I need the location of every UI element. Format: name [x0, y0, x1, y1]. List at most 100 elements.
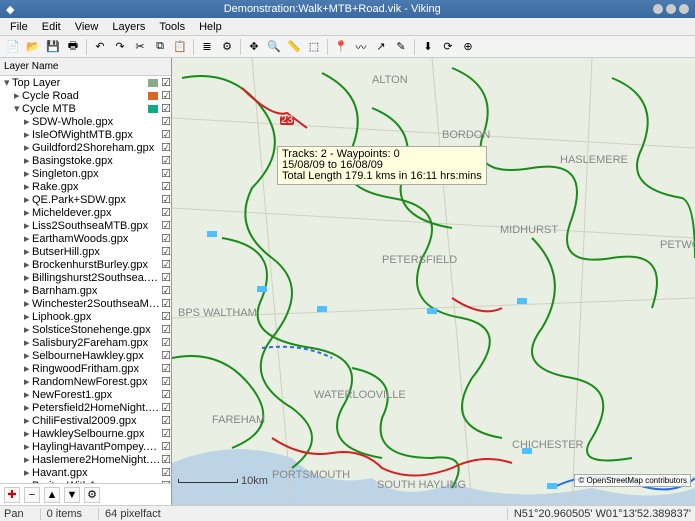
tree-item[interactable]: ▸IsleOfWightMTB.gpx☑: [0, 128, 171, 141]
refresh-button[interactable]: ⟳: [439, 38, 457, 56]
properties-button[interactable]: ⚙: [218, 38, 236, 56]
print-button[interactable]: 🖶: [64, 38, 82, 56]
new-button[interactable]: 📄: [4, 38, 22, 56]
tree-item[interactable]: ▸RingwoodFritham.gpx☑: [0, 362, 171, 375]
waypoint-button[interactable]: 📍: [332, 38, 350, 56]
tree-item[interactable]: ▸Petersfield2HomeNight.gpx☑: [0, 401, 171, 414]
tree-item[interactable]: ▸Micheldever.gpx☑: [0, 206, 171, 219]
map-canvas: 23 ALTONBORDONHASLEMEREMIDHURSTPETWORTHP…: [172, 58, 695, 505]
tree-item[interactable]: ▸HaylingHavantPompey.gpx☑: [0, 440, 171, 453]
layers-button[interactable]: ≣: [198, 38, 216, 56]
place-label: FAREHAM: [212, 414, 265, 426]
tree-item[interactable]: ▸Basingstoke.gpx☑: [0, 154, 171, 167]
tree-item[interactable]: ▸Cycle Road☑: [0, 89, 171, 102]
place-label: HASLEMERE: [560, 154, 628, 166]
track-button[interactable]: 〰: [352, 38, 370, 56]
place-label: CHICHESTER: [512, 439, 584, 451]
zoom-button[interactable]: 🔍: [265, 38, 283, 56]
move-up-button[interactable]: ▲: [44, 487, 60, 503]
place-label: MIDHURST: [500, 224, 558, 236]
menu-tools[interactable]: Tools: [153, 19, 191, 35]
tree-item[interactable]: ▸Haslemere2HomeNight.gpx☑: [0, 453, 171, 466]
separator: [193, 39, 194, 55]
layer-props-button[interactable]: ⚙: [84, 487, 100, 503]
place-label: ALTON: [372, 74, 408, 86]
map-viewport[interactable]: 23 ALTONBORDONHASLEMEREMIDHURSTPETWORTHP…: [172, 58, 695, 505]
download-button[interactable]: ⬇: [419, 38, 437, 56]
sidebar: Layer Name ▾Top Layer☑▸Cycle Road☑▾Cycle…: [0, 58, 172, 505]
tree-item[interactable]: ▸SelbourneHawkley.gpx☑: [0, 349, 171, 362]
window-title: Demonstration:Walk+MTB+Road.vik - Viking: [14, 3, 650, 15]
tree-item[interactable]: ▸ChiliFestival2009.gpx☑: [0, 414, 171, 427]
save-button[interactable]: 💾: [44, 38, 62, 56]
redo-button[interactable]: ↷: [111, 38, 129, 56]
tree-item[interactable]: ▸Liss2SouthseaMTB.gpx☑: [0, 219, 171, 232]
tree-item[interactable]: ▸EarthamWoods.gpx☑: [0, 232, 171, 245]
map-attribution: © OpenStreetMap contributors: [574, 474, 691, 487]
tree-item[interactable]: ▸Billingshurst2Southsea.gpx☑: [0, 271, 171, 284]
place-label: PETERSFIELD: [382, 254, 457, 266]
place-label: PORTSMOUTH: [272, 469, 350, 481]
separator: [86, 39, 87, 55]
status-items: 0 items: [40, 508, 82, 520]
status-pixfact: 64 pixelfact: [98, 508, 161, 520]
svg-text:23: 23: [281, 114, 293, 126]
tree-item[interactable]: ▸HawkleySelbourne.gpx☑: [0, 427, 171, 440]
menubar: File Edit View Layers Tools Help: [0, 18, 695, 36]
menu-view[interactable]: View: [69, 19, 105, 35]
minimize-button[interactable]: [653, 4, 663, 14]
tree-item[interactable]: ▸ButserHill.gpx☑: [0, 245, 171, 258]
tree-item[interactable]: ▾Cycle MTB☑: [0, 102, 171, 115]
scale-label: 10km: [241, 475, 268, 487]
menu-file[interactable]: File: [4, 19, 34, 35]
move-down-button[interactable]: ▼: [64, 487, 80, 503]
tree-item[interactable]: ▸NewForest1.gpx☑: [0, 388, 171, 401]
scale-bar: 10km: [178, 475, 268, 487]
place-label: WATERLOOVILLE: [314, 389, 406, 401]
edit-track-button[interactable]: ✎: [392, 38, 410, 56]
menu-layers[interactable]: Layers: [106, 19, 151, 35]
track-tooltip: Tracks: 2 - Waypoints: 0 15/08/09 to 16/…: [277, 146, 487, 185]
goto-button[interactable]: ⊕: [459, 38, 477, 56]
copy-button[interactable]: ⧉: [151, 38, 169, 56]
menu-help[interactable]: Help: [193, 19, 228, 35]
separator: [240, 39, 241, 55]
tree-item[interactable]: ▸RandomNewForest.gpx☑: [0, 375, 171, 388]
tree-item[interactable]: ▸Guildford2Shoreham.gpx☑: [0, 141, 171, 154]
cut-button[interactable]: ✂: [131, 38, 149, 56]
status-coords: N51°20.960505' W01°13'52.389837': [507, 508, 691, 520]
menu-edit[interactable]: Edit: [36, 19, 67, 35]
close-button[interactable]: [679, 4, 689, 14]
separator: [414, 39, 415, 55]
select-button[interactable]: ⬚: [305, 38, 323, 56]
place-label: BORDON: [442, 129, 490, 141]
paste-button[interactable]: 📋: [171, 38, 189, 56]
maximize-button[interactable]: [666, 4, 676, 14]
tree-item[interactable]: ▸Salisbury2Fareham.gpx☑: [0, 336, 171, 349]
tree-item[interactable]: ▸Havant.gpx☑: [0, 466, 171, 479]
tree-item[interactable]: ▸SolsticeStonehenge.gpx☑: [0, 323, 171, 336]
tree-item[interactable]: ▸Rake.gpx☑: [0, 180, 171, 193]
add-layer-button[interactable]: ✚: [4, 487, 20, 503]
tree-item[interactable]: ▸Liphook.gpx☑: [0, 310, 171, 323]
tooltip-line3: Total Length 179.1 kms in 16:11 hrs:mins: [282, 171, 482, 182]
tree-item[interactable]: ▸Winchester2SouthseaMTB.gpx☑: [0, 297, 171, 310]
tree-item[interactable]: ▾Top Layer☑: [0, 76, 171, 89]
place-label: BPS WALTHAM: [178, 307, 257, 319]
place-label: SOUTH HAYLING: [377, 479, 466, 491]
tree-item[interactable]: ▸Barnham.gpx☑: [0, 284, 171, 297]
toolbar: 📄 📂 💾 🖶 ↶ ↷ ✂ ⧉ 📋 ≣ ⚙ ✥ 🔍 📏 ⬚ 📍 〰 ↗ ✎ ⬇ …: [0, 36, 695, 58]
ruler-button[interactable]: 📏: [285, 38, 303, 56]
layer-header[interactable]: Layer Name: [0, 58, 171, 76]
route-button[interactable]: ↗: [372, 38, 390, 56]
undo-button[interactable]: ↶: [91, 38, 109, 56]
tree-item[interactable]: ▸SDW-Whole.gpx☑: [0, 115, 171, 128]
tree-item[interactable]: ▸QE.Park+SDW.gpx☑: [0, 193, 171, 206]
tree-item[interactable]: ▸Singleton.gpx☑: [0, 167, 171, 180]
tree-item[interactable]: ▸BrockenhurstBurley.gpx☑: [0, 258, 171, 271]
remove-layer-button[interactable]: −: [24, 487, 40, 503]
statusbar: Pan 0 items 64 pixelfact N51°20.960505' …: [0, 505, 695, 521]
open-button[interactable]: 📂: [24, 38, 42, 56]
pan-button[interactable]: ✥: [245, 38, 263, 56]
layer-tree[interactable]: ▾Top Layer☑▸Cycle Road☑▾Cycle MTB☑▸SDW-W…: [0, 76, 171, 483]
